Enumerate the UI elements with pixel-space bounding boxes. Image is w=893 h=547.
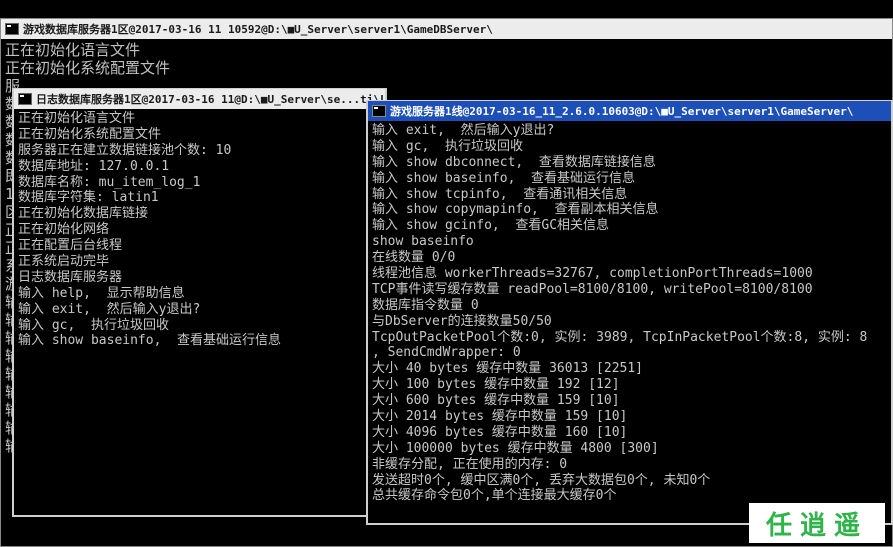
console-line: 输入 show tcpinfo, 查看通讯相关信息: [372, 186, 628, 202]
console-line: 正系统启动完毕: [18, 254, 110, 270]
gamedb-title-bar[interactable]: 游戏数据库服务器1区@2017-03-16 11 10592@D:\■U_Ser…: [1, 19, 892, 39]
console-line: 输入 show baseinfo, 查看基础运行信息: [372, 170, 636, 186]
console-line: 输入 show copymapinfo, 查看副本相关信息: [372, 202, 659, 218]
console-line: , SendCmdWrapper: 0: [372, 345, 521, 361]
console-line: TcpOutPacketPool个数:0, 实例: 3989, TcpInPac…: [372, 329, 868, 345]
console-line: 正在初始化数据库链接: [18, 206, 149, 222]
console-line: TCP事件读写缓存数量 readPool=8100/8100, writePoo…: [372, 281, 813, 297]
console-line: 输入 help, 显示帮助信息: [18, 285, 185, 301]
console-line: 大小 2014 bytes 缓存中数量 159 [10]: [372, 409, 628, 425]
logdb-console-output: 正在初始化语言文件 正在初始化系统配置文件 服务器正在建立数据链接池个数: 10 数据…: [14, 109, 385, 349]
console-line: 服务器正在建立数据链接池个数: 10: [18, 142, 232, 158]
console-icon: [18, 93, 32, 105]
console-line: 输入 exit, 然后输入y退出?: [372, 123, 555, 138]
console-line: 大小 600 bytes 缓存中数量 159 [10]: [372, 393, 620, 409]
console-line: 输入 show baseinfo, 查看基础运行信息: [18, 333, 282, 349]
console-line: 大小 100 bytes 缓存中数量 192 [12]: [372, 377, 620, 393]
console-line: 与DbServer的连接数量50/50: [372, 313, 552, 329]
console-line: 数据库地址: 127.0.0.1: [18, 158, 170, 174]
console-line: 数据库字符集: latin1: [18, 190, 159, 206]
game-console-output: 输入 exit, 然后输入y退出? 输入 gc, 执行垃圾回收 输入 show db…: [368, 121, 891, 504]
console-line: show baseinfo: [372, 234, 474, 250]
console-line: 正在初始化系统配置文件: [18, 126, 162, 142]
console-line: 日志数据库服务器: [18, 269, 123, 285]
console-line: 大小 40 bytes 缓存中数量 36013 [2251]: [372, 361, 644, 377]
console-line: 正在初始化系统配置文件: [5, 59, 171, 77]
console-line: 发送超时0个, 缓中区满0个, 丢弃大数据包0个, 未知0个: [372, 472, 711, 488]
console-line: 输入 gc, 执行垃圾回收: [372, 138, 523, 154]
console-line: 正在初始化语言文件: [18, 111, 136, 126]
console-line: 输入 show dbconnect, 查看数据库链接信息: [372, 154, 656, 170]
logdb-window-title: 日志数据库服务器1区@2017-03-16 11@D:\■U_Server\se…: [36, 93, 385, 106]
console-line: 数据库指令数量 0: [372, 297, 479, 313]
console-line: 总共缓存命令包0个,单个连接最大缓存0个: [372, 488, 617, 504]
console-line: 线程池信息 workerThreads=32767, completionPor…: [372, 266, 813, 282]
console-icon: [5, 23, 19, 35]
console-line: 输入 show gcinfo, 查看GC相关信息: [372, 218, 610, 234]
game-title-bar[interactable]: 游戏服务器1线@2017-03-16_11_2.6.0.10603@D:\■U_…: [368, 101, 891, 121]
console-line: 大小 100000 bytes 缓存中数量 4800 [300]: [372, 440, 659, 456]
logdb-server-window[interactable]: 日志数据库服务器1区@2017-03-16 11@D:\■U_Server\se…: [12, 88, 387, 517]
console-line: 输入 gc, 执行垃圾回收: [18, 317, 169, 333]
console-icon: [372, 105, 386, 117]
console-line: 正在初始化网络: [18, 222, 110, 238]
logdb-title-bar[interactable]: 日志数据库服务器1区@2017-03-16 11@D:\■U_Server\se…: [14, 89, 385, 109]
console-line: 数据库名称: mu_item_log_1: [18, 174, 201, 190]
console-line: 在线数量 0/0: [372, 250, 456, 266]
watermark-logo: 任逍遥: [749, 503, 885, 543]
game-server-window[interactable]: 游戏服务器1线@2017-03-16_11_2.6.0.10603@D:\■U_…: [366, 100, 893, 525]
gamedb-window-title: 游戏数据库服务器1区@2017-03-16 11 10592@D:\■U_Ser…: [23, 23, 493, 36]
console-line: 输入 exit, 然后输入y退出?: [18, 301, 201, 317]
game-window-title: 游戏服务器1线@2017-03-16_11_2.6.0.10603@D:\■U_…: [390, 105, 854, 118]
console-line: 非缓存分配, 正在使用的内存: 0: [372, 456, 568, 472]
console-line: 大小 4096 bytes 缓存中数量 160 [10]: [372, 424, 628, 440]
console-line: 正在初始化语言文件: [5, 41, 141, 59]
console-line: 正在配置后台线程: [18, 238, 123, 254]
